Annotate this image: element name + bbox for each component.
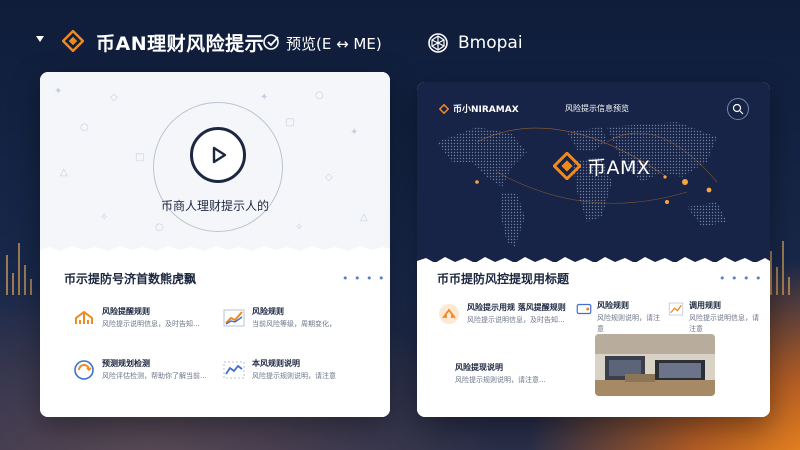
play-button[interactable] — [190, 127, 246, 183]
check-badge-icon — [263, 34, 279, 50]
office-photo — [595, 334, 715, 396]
feature-desc: 风险提示规则说明，请注意 — [252, 372, 336, 380]
network-icon — [439, 304, 459, 324]
left-decoration — [4, 235, 40, 295]
search-circle-icon — [732, 103, 744, 115]
feature-item[interactable]: 风险提现说明 风险提示规则说明，请注意... — [455, 362, 585, 402]
more-button[interactable]: • • • • — [719, 272, 762, 285]
feature-panel: 币示提防号济首数熊虎飘 • • • • 风险提醒规则 风险提示说明信息，及时告知… — [40, 254, 390, 417]
trend-line-icon — [223, 361, 245, 379]
caret-down-icon[interactable] — [36, 36, 44, 42]
feature-desc: 风险提示说明信息，请注意 — [689, 314, 759, 333]
brand-name: Bmopai — [458, 33, 523, 53]
feature-item[interactable]: 调用规则 风险提示说明信息，请注意 — [667, 300, 762, 333]
growth-chart-icon — [223, 309, 245, 327]
video-panel: ✦ ○ ◇ △ ✧ □ ○ ✦ ◇ △ ✧ □ ○ ✦ 币商人理财提示人的 — [40, 72, 390, 254]
feature-desc: 当前风险等级，周期变化， — [252, 320, 336, 328]
search-circle-button[interactable] — [727, 98, 749, 120]
refresh-icon — [74, 360, 94, 380]
more-button[interactable]: • • • • — [342, 272, 385, 285]
section-title: 币币提防风控提现用标题 — [437, 272, 570, 286]
office-photo-image — [595, 334, 715, 396]
device-icon — [576, 303, 592, 315]
feature-item[interactable]: 风险规则 风险规则说明，请注意 — [575, 300, 665, 333]
feature-item[interactable]: 风险提示用规 落风提醒规则 风险提示说明信息，及时告知... — [437, 302, 577, 342]
play-icon — [212, 146, 227, 164]
feature-title: 调用规则 — [689, 301, 721, 310]
center-brand: 币AMX — [587, 157, 651, 179]
diamond-logo-icon — [62, 30, 84, 52]
feature-title: 风险规则 — [597, 301, 629, 310]
feature-item[interactable]: 风险规则 当前风险等级，周期变化， — [222, 306, 362, 346]
video-caption: 币商人理财提示人的 — [160, 199, 269, 213]
feature-item[interactable]: 预测规划检测 风险评估检测，帮助你了解当前... — [72, 358, 212, 398]
card-title: 风险提示信息预览 — [565, 104, 629, 113]
feature-title: 风险规则 — [252, 307, 284, 316]
feature-item[interactable]: 风险提醒规则 风险提示说明信息，及时告知... — [72, 306, 212, 346]
page-title: 币AN理财风险提示 — [96, 33, 265, 55]
feature-title: 风险提示用规 落风提醒规则 — [467, 303, 566, 312]
feature-item[interactable]: 本风规则说明 风险提示规则说明，请注意 — [222, 358, 362, 398]
chart-icon — [668, 302, 684, 316]
network-icon — [75, 310, 93, 324]
feature-title: 预测规划检测 — [102, 359, 150, 368]
feature-desc: 风险评估检测，帮助你了解当前... — [102, 372, 207, 380]
network-logo-icon — [428, 33, 448, 53]
diamond-logo-icon — [439, 104, 449, 114]
feature-desc: 风险规则说明，请注意 — [597, 314, 660, 333]
feature-panel: 币币提防风控提现用标题 • • • • 风险提示用规 落风提醒规则 风险提示说明… — [417, 262, 770, 417]
diamond-logo-icon — [553, 152, 581, 180]
right-preview-card[interactable]: 币小NIRAMAX 风险提示信息预览 币AMX 币币提防风控提现用标题 • • … — [417, 82, 770, 417]
feature-desc: 风险提示说明信息，及时告知... — [467, 316, 565, 324]
section-title: 币示提防号济首数熊虎飘 — [64, 272, 197, 286]
page-subtitle: 预览(E ↔ ME) — [286, 35, 382, 53]
feature-desc: 风险提示规则说明，请注意... — [455, 376, 546, 384]
card-brand: 币小NIRAMAX — [453, 105, 519, 115]
feature-title: 本风规则说明 — [252, 359, 300, 368]
map-panel: 币小NIRAMAX 风险提示信息预览 币AMX — [417, 82, 770, 272]
feature-title: 风险提醒规则 — [102, 307, 150, 316]
left-preview-card[interactable]: ✦ ○ ◇ △ ✧ □ ○ ✦ ◇ △ ✧ □ ○ ✦ 币商人理财提示人的 币示提防号济首数熊… — [40, 72, 390, 417]
feature-desc: 风险提示说明信息，及时告知... — [102, 320, 200, 328]
feature-title: 风险提现说明 — [455, 363, 503, 372]
